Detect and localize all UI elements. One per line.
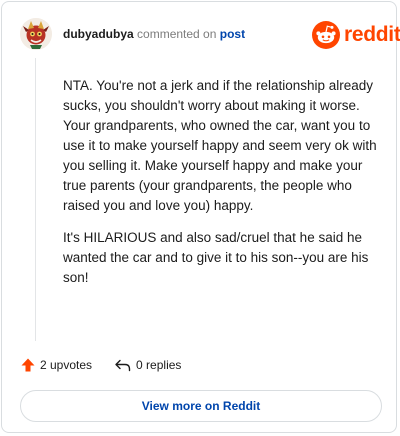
comment-paragraph: It's HILARIOUS and also sad/cruel that h… — [63, 230, 369, 285]
reply-arrow-icon — [115, 359, 131, 372]
comment-paragraph: NTA. You're not a jerk and if the relati… — [63, 78, 377, 213]
avatar[interactable] — [20, 18, 52, 50]
upvotes-stat[interactable]: 2 upvotes — [20, 357, 92, 373]
reddit-logo[interactable]: reddit — [312, 19, 400, 51]
comment-meta: dubyadubya commented on post — [63, 27, 245, 41]
post-link[interactable]: post — [220, 27, 245, 41]
reddit-wordmark: reddit — [344, 23, 400, 46]
avatar-image — [20, 18, 52, 50]
replies-label: 0 replies — [136, 358, 182, 372]
reddit-snoo-icon — [312, 21, 340, 49]
upvote-arrow-icon — [21, 358, 35, 372]
view-more-button[interactable]: View more on Reddit — [20, 390, 382, 422]
upvotes-label: 2 upvotes — [40, 358, 93, 372]
replies-stat[interactable]: 0 replies — [114, 357, 181, 373]
comment-footer: 2 upvotes 0 replies — [20, 354, 181, 376]
action-text: commented on — [137, 27, 217, 41]
author-link[interactable]: dubyadubya — [63, 27, 134, 41]
comment-body: NTA. You're not a jerk and if the relati… — [63, 76, 381, 300]
embedded-comment-card: dubyadubya commented on post reddit NTA.… — [1, 1, 400, 433]
thread-line — [35, 58, 36, 341]
